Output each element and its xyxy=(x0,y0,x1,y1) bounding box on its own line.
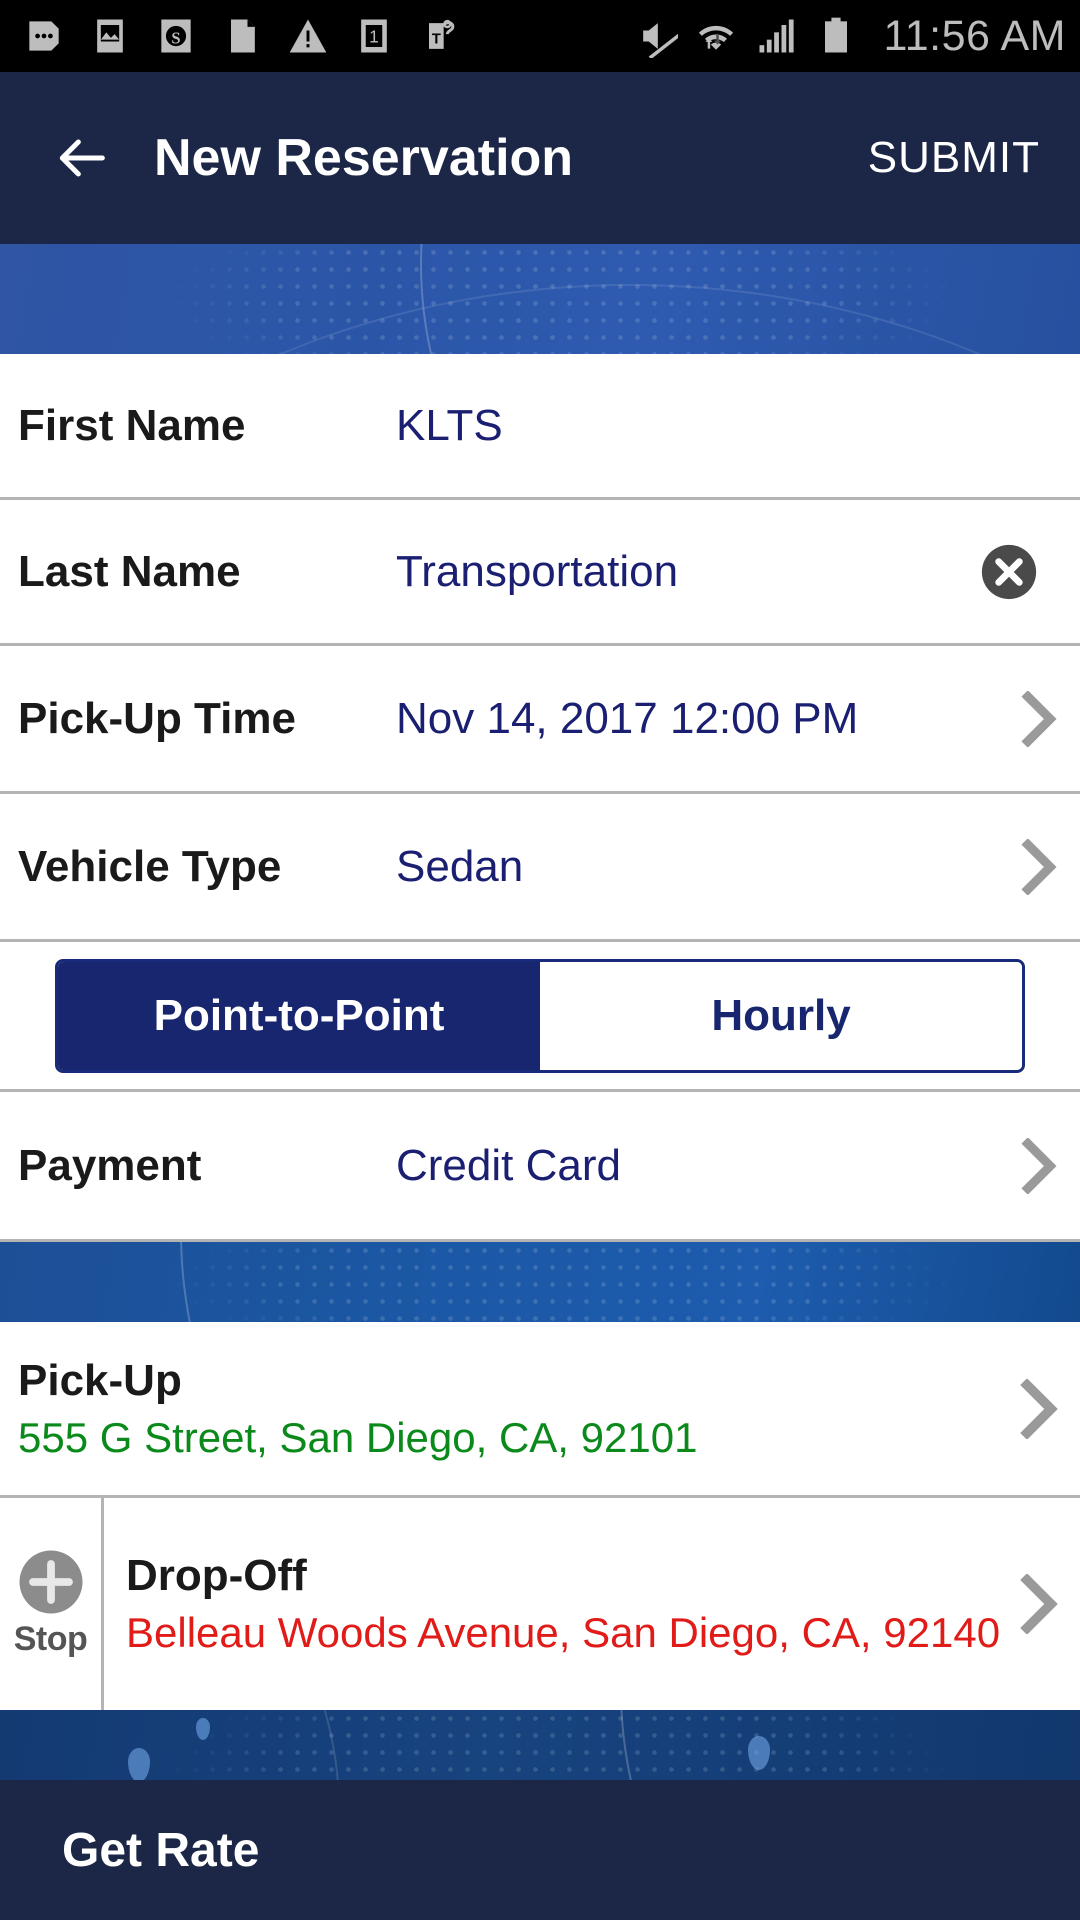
messages-icon xyxy=(29,21,59,51)
add-stop-label: Stop xyxy=(13,1619,88,1658)
first-name-value[interactable]: KLTS xyxy=(396,401,1058,451)
status-bar: S 1 T 11:56 AM xyxy=(0,0,1080,72)
wifi-icon xyxy=(698,25,733,50)
form-row-last-name[interactable]: Last Name Transportation xyxy=(0,500,1080,646)
pickup-time-label: Pick-Up Time xyxy=(18,693,296,743)
plus-circle-icon xyxy=(19,1550,82,1613)
first-name-label: First Name xyxy=(18,400,246,450)
chevron-right-icon xyxy=(1020,1136,1058,1196)
mute-icon xyxy=(642,23,678,58)
trip-type-row: Point-to-Point Hourly xyxy=(0,942,1080,1092)
pickup-time-value: Nov 14, 2017 12:00 PM xyxy=(396,693,859,743)
trip-type-segmented-control[interactable]: Point-to-Point Hourly xyxy=(55,958,1025,1073)
svg-text:T: T xyxy=(432,31,441,47)
dropoff-body[interactable]: Drop-Off Belleau Woods Avenue, San Diego… xyxy=(104,1498,1058,1710)
form-row-payment[interactable]: Payment Credit Card xyxy=(0,1092,1080,1242)
clear-icon[interactable] xyxy=(978,541,1040,603)
dropoff-address: Belleau Woods Avenue, San Diego, CA, 921… xyxy=(126,1609,1001,1657)
add-stop-button[interactable]: Stop xyxy=(0,1498,104,1710)
status-bar-clock: 11:56 AM xyxy=(883,11,1066,60)
warning-icon xyxy=(289,19,327,53)
segment-point-to-point[interactable]: Point-to-Point xyxy=(58,961,540,1070)
payment-value: Credit Card xyxy=(396,1140,621,1190)
one-badge-icon: 1 xyxy=(361,19,387,53)
dropoff-title: Drop-Off xyxy=(126,1551,307,1601)
chevron-right-icon xyxy=(1020,1574,1058,1634)
tmobile-tag-icon: T xyxy=(429,19,455,49)
page-title: New Reservation xyxy=(154,129,574,187)
status-bar-system-icons: 11:56 AM xyxy=(634,12,1067,61)
vehicle-type-label: Vehicle Type xyxy=(18,841,282,891)
submit-button[interactable]: SUBMIT xyxy=(854,123,1054,193)
get-rate-label: Get Rate xyxy=(62,1823,260,1877)
last-name-value[interactable]: Transportation xyxy=(396,547,978,597)
decor-banner-top xyxy=(0,244,1080,354)
pickup-title: Pick-Up xyxy=(18,1355,182,1405)
arrow-left-icon xyxy=(59,139,105,177)
svg-text:S: S xyxy=(171,28,180,47)
form-row-first-name[interactable]: First Name KLTS xyxy=(0,354,1080,500)
vehicle-type-value: Sedan xyxy=(396,841,524,891)
pickup-text-block: Pick-Up 555 G Street, San Diego, CA, 921… xyxy=(18,1355,1010,1462)
segment-hourly[interactable]: Hourly xyxy=(540,961,1022,1070)
payment-label: Payment xyxy=(18,1140,202,1190)
dropoff-location-row[interactable]: Stop Drop-Off Belleau Woods Avenue, San … xyxy=(0,1498,1080,1710)
chevron-right-icon xyxy=(1020,837,1058,897)
last-name-label: Last Name xyxy=(18,546,241,596)
svg-text:1: 1 xyxy=(369,26,379,46)
app-bar: New Reservation SUBMIT xyxy=(0,72,1080,244)
decor-banner-middle xyxy=(0,1242,1080,1322)
cell-signal-icon xyxy=(759,19,794,53)
banner-swoosh-arc xyxy=(180,1242,1080,1322)
get-rate-bar[interactable]: Get Rate xyxy=(0,1780,1080,1920)
sim-card-icon xyxy=(231,19,255,53)
pickup-location-row[interactable]: Pick-Up 555 G Street, San Diego, CA, 921… xyxy=(0,1322,1080,1498)
chevron-right-icon xyxy=(1020,1378,1058,1439)
chevron-right-icon xyxy=(1020,689,1058,749)
pickup-address: 555 G Street, San Diego, CA, 92101 xyxy=(18,1413,698,1461)
form-row-pickup-time[interactable]: Pick-Up Time Nov 14, 2017 12:00 PM xyxy=(0,646,1080,794)
dropoff-text-block: Drop-Off Belleau Woods Avenue, San Diego… xyxy=(126,1550,1010,1657)
battery-icon xyxy=(824,17,847,53)
status-bar-notification-icons: S 1 T xyxy=(22,14,634,58)
back-button[interactable] xyxy=(44,121,118,195)
photo-icon xyxy=(97,19,123,53)
form-row-vehicle-type[interactable]: Vehicle Type Sedan xyxy=(0,794,1080,942)
dollar-app-icon: S xyxy=(161,19,191,53)
